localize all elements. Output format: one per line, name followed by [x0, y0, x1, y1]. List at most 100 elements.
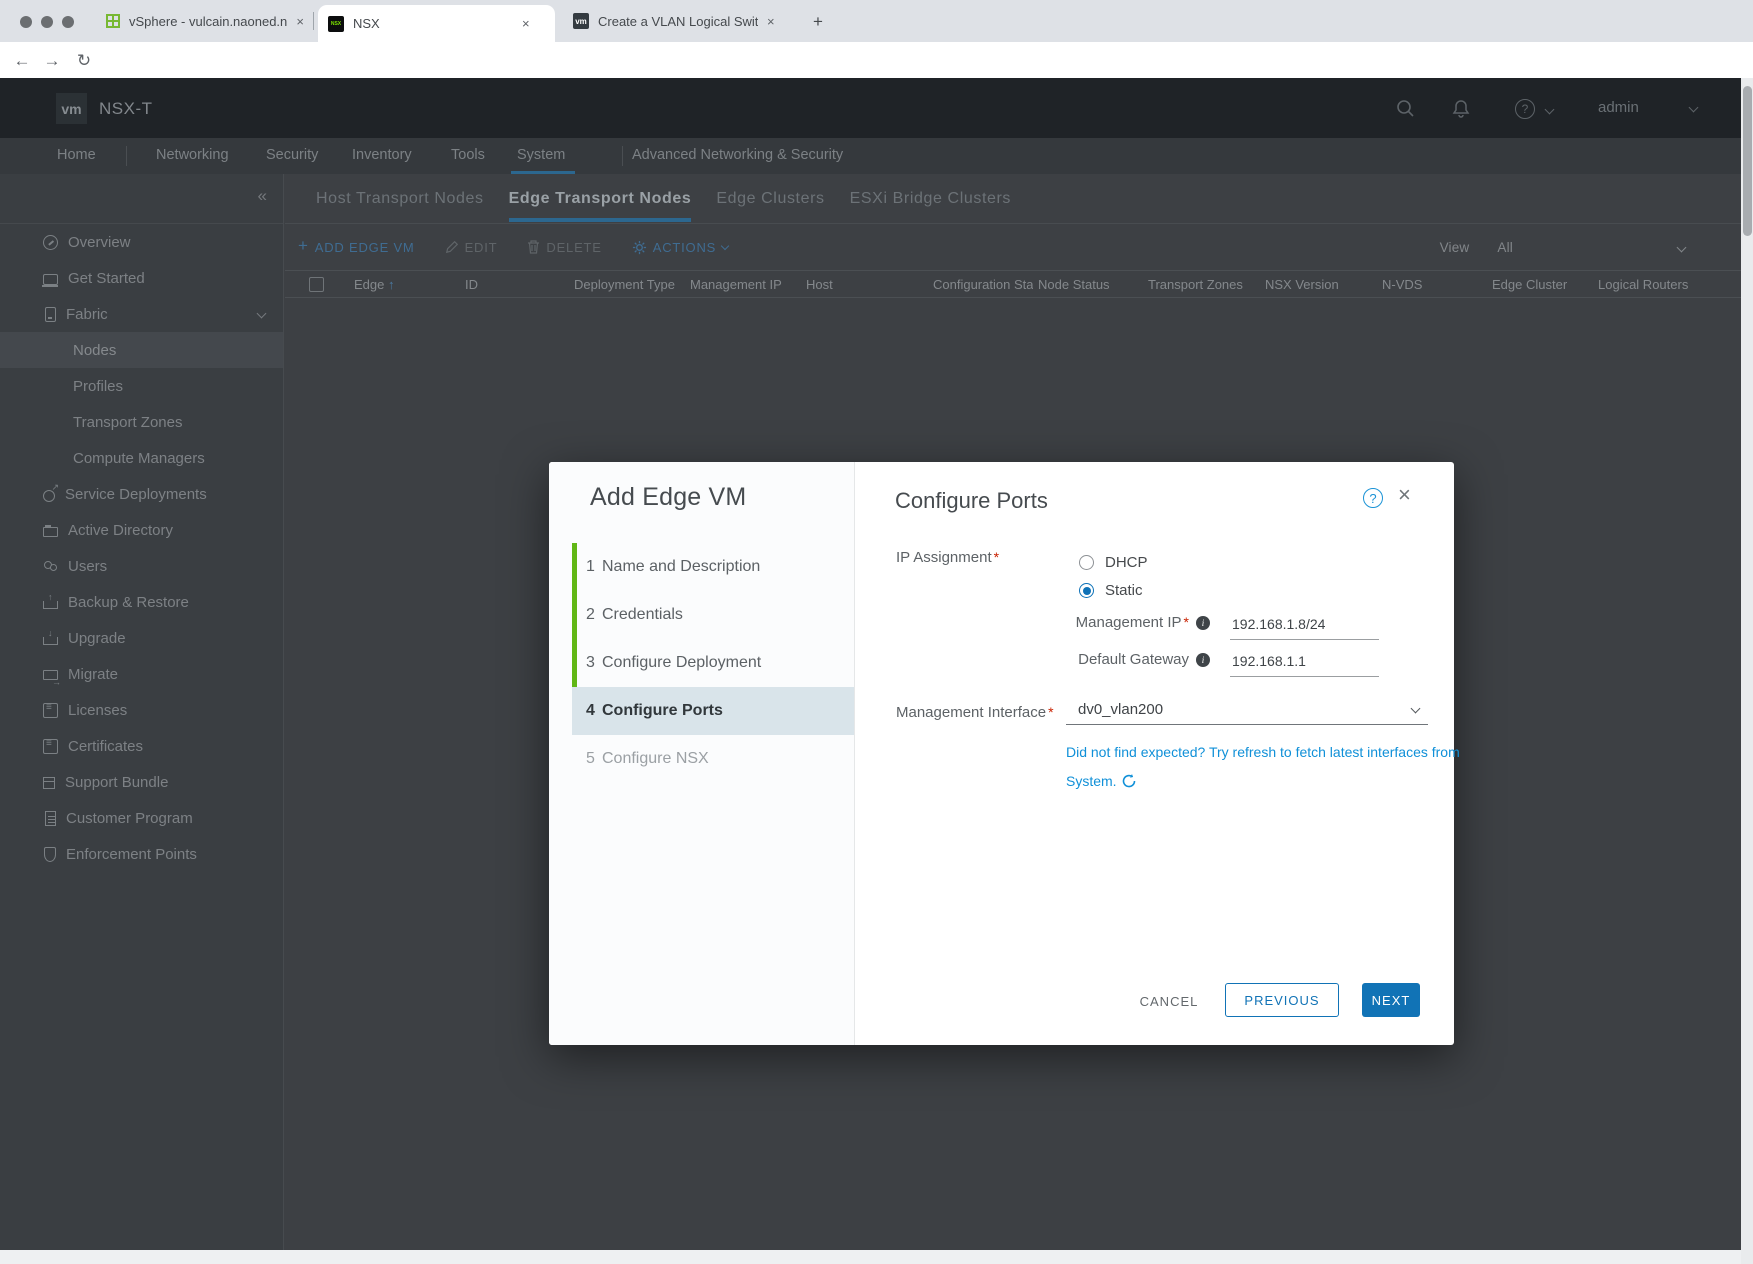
cancel-button[interactable]: CANCEL [1127, 987, 1211, 1015]
step-number: 4 [586, 702, 595, 719]
back-icon[interactable]: ← [10, 49, 34, 73]
browser-tab-vlan-switch[interactable]: vm Create a VLAN Logical Switch | × [563, 0, 793, 42]
nav-item-advanced[interactable]: Advanced Networking & Security [632, 147, 843, 163]
page-scrollbar[interactable] [1741, 78, 1753, 1264]
nav-item-home[interactable]: Home [57, 147, 96, 163]
default-gateway-input[interactable]: 192.168.1.1 [1230, 653, 1379, 677]
sidebar-item-backup-restore[interactable]: Backup & Restore [0, 584, 283, 620]
dhcp-radio-option[interactable]: DHCP [1079, 554, 1148, 571]
select-chevron-icon [1410, 703, 1421, 714]
column-logical-routers[interactable]: Logical Routers [1598, 277, 1688, 292]
column-edge[interactable]: Edge ↑ [354, 277, 395, 292]
sidebar-item-fabric[interactable]: Fabric [0, 296, 283, 332]
next-button[interactable]: NEXT [1362, 983, 1420, 1017]
sidebar-item-label: Upgrade [68, 629, 126, 647]
nav-item-inventory[interactable]: Inventory [352, 147, 412, 163]
reload-icon[interactable]: ↻ [72, 49, 96, 73]
search-icon[interactable] [1396, 99, 1415, 123]
refresh-interfaces-link[interactable]: Did not find expected? Try refresh to fe… [1066, 738, 1466, 796]
column-transport-zones[interactable]: Transport Zones [1148, 277, 1243, 292]
step-configure-ports[interactable]: 4 Configure Ports [572, 687, 854, 735]
column-management-ip[interactable]: Management IP [690, 277, 782, 292]
sidebar-item-enforcement-points[interactable]: Enforcement Points [0, 836, 283, 872]
column-nvds[interactable]: N-VDS [1382, 277, 1422, 292]
nav-item-tools[interactable]: Tools [451, 147, 485, 163]
page-bottom-strip [0, 1250, 1753, 1264]
sidebar-item-label: Customer Program [66, 809, 193, 827]
view-dropdown-chevron-icon[interactable] [1676, 242, 1687, 252]
delete-button[interactable]: DELETE [527, 240, 601, 255]
refresh-icon[interactable] [1121, 773, 1137, 789]
user-menu[interactable]: admin [1598, 99, 1639, 116]
dialog-help-icon[interactable]: ? [1363, 488, 1383, 508]
add-edge-vm-button[interactable]: + ADD EDGE VM [298, 236, 415, 256]
edit-button[interactable]: EDIT [445, 240, 498, 255]
column-nsx-version[interactable]: NSX Version [1265, 277, 1339, 292]
sidebar-item-customer-program[interactable]: Customer Program [0, 800, 283, 836]
column-configuration-state[interactable]: Configuration Sta [933, 277, 1033, 292]
window-controls[interactable] [20, 16, 74, 28]
tab-host-transport-nodes[interactable]: Host Transport Nodes [316, 174, 484, 223]
sidebar-item-support-bundle[interactable]: Support Bundle [0, 764, 283, 800]
browser-toolbar: ← → ↻ Non sécurisé https://nsx.vlab/nsx/… [0, 42, 1753, 116]
sidebar-item-overview[interactable]: Overview [0, 224, 283, 260]
previous-button[interactable]: PREVIOUS [1225, 983, 1339, 1017]
tab-esxi-bridge-clusters[interactable]: ESXi Bridge Clusters [850, 174, 1011, 223]
info-icon[interactable]: i [1196, 615, 1210, 630]
window-zoom-button[interactable] [62, 16, 74, 28]
nav-item-system[interactable]: System [517, 147, 565, 163]
sidebar-item-service-deployments[interactable]: Service Deployments [0, 476, 283, 512]
static-radio-option[interactable]: Static [1079, 582, 1143, 599]
browser-tab-vsphere[interactable]: vSphere - vulcain.naoned.net - × [96, 0, 314, 42]
column-id[interactable]: ID [465, 277, 478, 292]
column-node-status[interactable]: Node Status [1038, 277, 1110, 292]
tab-close-icon[interactable]: × [296, 14, 304, 29]
gauge-icon [43, 234, 58, 250]
step-name-and-description[interactable]: 1 Name and Description [572, 543, 854, 591]
user-chevron-icon[interactable] [1688, 102, 1699, 113]
browser-tab-nsx[interactable]: NSX NSX × [318, 5, 555, 42]
sidebar-item-certificates[interactable]: Certificates [0, 728, 283, 764]
column-deployment-type[interactable]: Deployment Type [574, 277, 686, 292]
management-interface-select[interactable]: dv0_vlan200 [1066, 695, 1428, 725]
sidebar-collapse-icon[interactable]: « [258, 186, 267, 206]
new-tab-button[interactable]: + [806, 10, 830, 34]
radio-unselected-icon[interactable] [1079, 555, 1094, 570]
sidebar-item-licenses[interactable]: Licenses [0, 692, 283, 728]
step-credentials[interactable]: 2 Credentials [572, 591, 854, 639]
main-nav: Home Networking Security Inventory Tools… [0, 138, 1741, 174]
tab-close-icon[interactable]: × [767, 14, 775, 29]
actions-menu-button[interactable]: ACTIONS [632, 240, 730, 255]
help-icon[interactable]: ? [1515, 99, 1535, 119]
dialog-close-icon[interactable]: × [1398, 484, 1411, 506]
sidebar-item-compute-managers[interactable]: Compute Managers [0, 440, 283, 476]
management-ip-input[interactable]: 192.168.1.8/24 [1230, 616, 1379, 640]
info-icon[interactable]: i [1196, 652, 1210, 667]
sidebar-item-profiles[interactable]: Profiles [0, 368, 283, 404]
column-edge-cluster[interactable]: Edge Cluster [1492, 277, 1567, 292]
sidebar-item-transport-zones[interactable]: Transport Zones [0, 404, 283, 440]
nav-item-networking[interactable]: Networking [156, 147, 229, 163]
tab-edge-transport-nodes[interactable]: Edge Transport Nodes [508, 174, 692, 223]
scrollbar-thumb[interactable] [1742, 86, 1752, 236]
step-configure-deployment[interactable]: 3 Configure Deployment [572, 639, 854, 687]
radio-selected-icon[interactable] [1079, 583, 1094, 598]
window-minimize-button[interactable] [41, 16, 53, 28]
notifications-bell-icon[interactable] [1452, 99, 1470, 123]
tab-edge-clusters[interactable]: Edge Clusters [716, 174, 824, 223]
column-host[interactable]: Host [806, 277, 833, 292]
tab-close-icon[interactable]: × [522, 16, 530, 31]
select-all-checkbox[interactable] [309, 277, 324, 292]
sidebar-item-get-started[interactable]: Get Started [0, 260, 283, 296]
sidebar-item-active-directory[interactable]: Active Directory [0, 512, 283, 548]
forward-icon[interactable]: → [40, 49, 64, 73]
window-close-button[interactable] [20, 16, 32, 28]
sidebar-item-upgrade[interactable]: Upgrade [0, 620, 283, 656]
view-value-dropdown[interactable]: All [1497, 240, 1513, 255]
sidebar-item-label: Compute Managers [73, 449, 205, 467]
help-chevron-icon[interactable] [1544, 104, 1555, 115]
sidebar-item-migrate[interactable]: Migrate [0, 656, 283, 692]
sidebar-item-users[interactable]: Users [0, 548, 283, 584]
sidebar-item-nodes[interactable]: Nodes [0, 332, 283, 368]
nav-item-security[interactable]: Security [266, 147, 318, 163]
